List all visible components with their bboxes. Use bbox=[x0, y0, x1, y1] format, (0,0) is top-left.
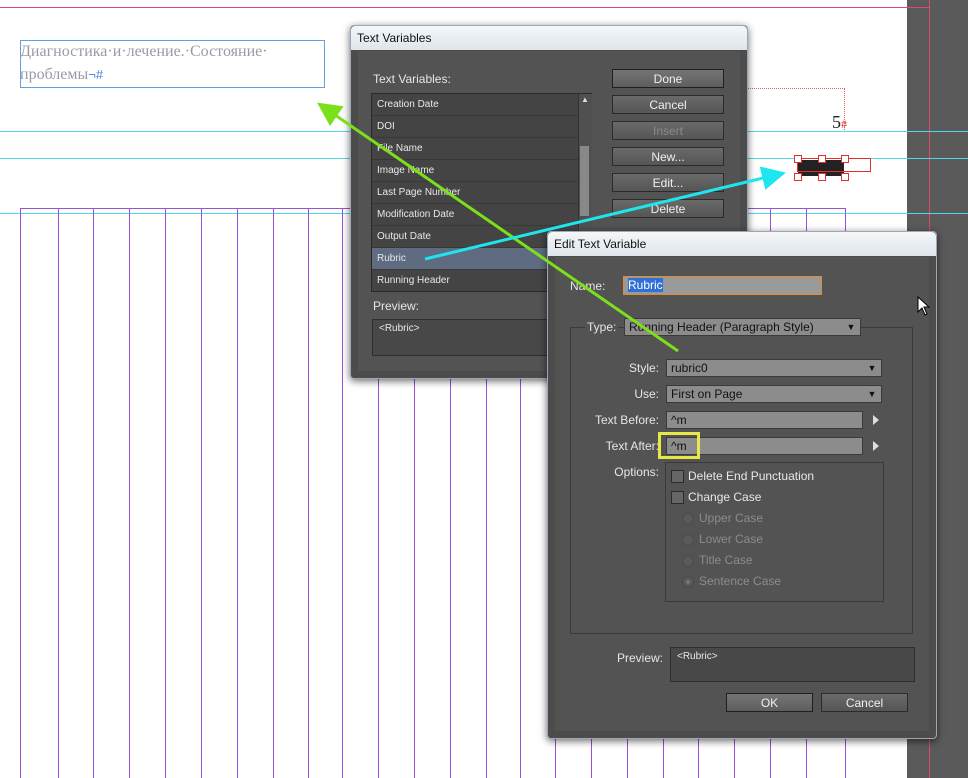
paragraph-mark: ¬# bbox=[88, 67, 104, 82]
change-case-checkbox[interactable] bbox=[671, 491, 684, 504]
column-guide bbox=[20, 208, 21, 778]
selection-handle[interactable] bbox=[794, 155, 802, 163]
name-input-value: Rubric bbox=[628, 278, 663, 292]
special-chars-arrow-icon[interactable] bbox=[873, 415, 879, 425]
list-item[interactable]: File Name bbox=[372, 138, 579, 160]
delete-end-punctuation-checkbox[interactable] bbox=[671, 470, 684, 483]
folio-mark: # bbox=[841, 117, 847, 131]
preview-box: <Rubric> bbox=[372, 319, 552, 356]
new-button[interactable]: New... bbox=[612, 147, 724, 166]
selection-handle[interactable] bbox=[841, 173, 849, 181]
list-item[interactable]: Image Name bbox=[372, 160, 579, 182]
list-item[interactable]: Modification Date bbox=[372, 204, 579, 226]
folio-frame[interactable] bbox=[748, 88, 845, 130]
ok-button[interactable]: OK bbox=[726, 693, 813, 712]
preview-label: Preview: bbox=[373, 299, 420, 313]
insert-button[interactable]: Insert bbox=[612, 121, 724, 140]
lower-case-radio[interactable] bbox=[682, 534, 694, 546]
column-guide bbox=[58, 208, 59, 778]
column-guide bbox=[165, 208, 166, 778]
special-chars-arrow-icon[interactable] bbox=[873, 441, 879, 451]
title-case-label[interactable]: Title Case bbox=[699, 553, 753, 567]
header-text-content: Диагностика·и·лечение.·Состояние· пробле… bbox=[20, 43, 268, 83]
bleed-line-top bbox=[0, 7, 930, 8]
type-select[interactable]: Running Header (Paragraph Style) ▼ bbox=[624, 318, 861, 336]
highlight-box bbox=[658, 432, 700, 459]
list-item[interactable]: Creation Date bbox=[372, 94, 579, 116]
edit-preview-box: <Rubric> bbox=[670, 647, 915, 682]
text-after-label: Text After: bbox=[605, 439, 659, 453]
style-label: Style: bbox=[628, 361, 659, 375]
column-guide bbox=[201, 208, 202, 778]
list-item[interactable]: Last Page Number bbox=[372, 182, 579, 204]
lower-case-label[interactable]: Lower Case bbox=[699, 532, 763, 546]
upper-case-label[interactable]: Upper Case bbox=[699, 511, 763, 525]
scroll-up-arrow-icon[interactable]: ▲ bbox=[581, 95, 589, 104]
title-case-radio[interactable] bbox=[682, 555, 694, 567]
dialog-title: Edit Text Variable bbox=[548, 232, 936, 256]
preview-value: <Rubric> bbox=[379, 323, 420, 334]
page-folio: 5# bbox=[832, 112, 847, 133]
text-before-value: ^m bbox=[671, 413, 687, 427]
column-guide bbox=[129, 208, 130, 778]
selection-handle[interactable] bbox=[818, 173, 826, 181]
sentence-case-label[interactable]: Sentence Case bbox=[699, 574, 781, 588]
cancel-button[interactable]: Cancel bbox=[612, 95, 724, 114]
edit-cancel-button[interactable]: Cancel bbox=[821, 693, 908, 712]
selection-handle[interactable] bbox=[794, 173, 802, 181]
use-value: First on Page bbox=[671, 387, 743, 401]
column-guide bbox=[342, 208, 343, 778]
name-input[interactable]: Rubric bbox=[623, 276, 822, 295]
variable-text-frame[interactable] bbox=[797, 158, 871, 172]
text-before-input[interactable]: ^m bbox=[666, 411, 863, 429]
text-before-label: Text Before: bbox=[594, 413, 659, 427]
delete-button[interactable]: Delete bbox=[612, 199, 724, 218]
style-value: rubric0 bbox=[671, 361, 708, 375]
list-item[interactable]: DOI bbox=[372, 116, 579, 138]
use-select[interactable]: First on Page ▼ bbox=[666, 385, 882, 403]
folio-number: 5 bbox=[832, 112, 841, 132]
sentence-case-radio[interactable] bbox=[682, 576, 694, 588]
column-guide bbox=[273, 208, 274, 778]
name-label: Name: bbox=[570, 279, 606, 293]
column-guide bbox=[237, 208, 238, 778]
header-text[interactable]: Диагностика·и·лечение.·Состояние· пробле… bbox=[20, 40, 330, 86]
edit-preview-value: <Rubric> bbox=[677, 651, 718, 662]
change-case-label[interactable]: Change Case bbox=[688, 490, 761, 504]
options-label: Options: bbox=[614, 465, 659, 479]
upper-case-radio[interactable] bbox=[682, 513, 694, 525]
selection-handle[interactable] bbox=[841, 155, 849, 163]
text-variables-label: Text Variables: bbox=[373, 72, 451, 86]
type-label: Type: bbox=[585, 320, 619, 334]
column-guide bbox=[93, 208, 94, 778]
style-select[interactable]: rubric0 ▼ bbox=[666, 359, 882, 377]
use-label: Use: bbox=[634, 387, 659, 401]
edit-preview-label: Preview: bbox=[616, 651, 663, 665]
delete-end-punctuation-label[interactable]: Delete End Punctuation bbox=[688, 469, 814, 483]
done-button[interactable]: Done bbox=[612, 69, 724, 88]
dialog-title: Text Variables bbox=[351, 26, 747, 50]
scrollbar-thumb[interactable] bbox=[580, 146, 589, 216]
chevron-down-icon: ▼ bbox=[867, 363, 877, 373]
chevron-down-icon: ▼ bbox=[867, 389, 877, 399]
selection-handle[interactable] bbox=[818, 155, 826, 163]
type-value: Running Header (Paragraph Style) bbox=[629, 320, 814, 334]
column-guide bbox=[308, 208, 309, 778]
chevron-down-icon: ▼ bbox=[846, 322, 856, 332]
mouse-cursor-icon bbox=[917, 296, 931, 316]
edit-button[interactable]: Edit... bbox=[612, 173, 724, 192]
